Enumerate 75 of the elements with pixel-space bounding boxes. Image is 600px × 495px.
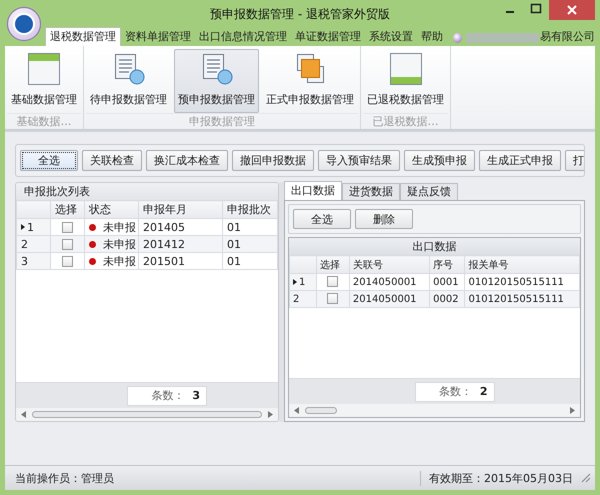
toolbar-button[interactable]: 关联检查 <box>82 150 142 171</box>
table-cell: 01 <box>222 236 278 252</box>
ribbon-button[interactable]: 基础数据管理 <box>7 49 81 113</box>
column-header: 关联号 <box>349 256 430 274</box>
scroll-thumb[interactable] <box>305 407 337 414</box>
count-field: 条数： 2 <box>414 382 494 402</box>
status-text: 未申报 <box>103 236 136 252</box>
tab[interactable]: 进货数据 <box>342 183 400 200</box>
ribbon-group-label: 已退税数据… <box>363 113 448 129</box>
menu-tab[interactable]: 退税数据管理 <box>45 27 121 46</box>
column-header: 序号 <box>430 256 465 274</box>
ribbon-group-label: 申报数据管理 <box>86 113 358 129</box>
ribbon-group-label: 基础数据… <box>7 113 81 129</box>
toolbar-button[interactable]: 生成正式申报 <box>479 150 561 171</box>
status-text: 未申报 <box>103 254 136 268</box>
checkbox[interactable] <box>62 256 73 267</box>
menu-tab[interactable]: 单证数据管理 <box>291 28 365 46</box>
status-text: 未申报 <box>103 220 136 234</box>
scroll-thumb[interactable] <box>32 411 262 418</box>
panel-icon <box>27 52 61 86</box>
toolbar-button[interactable]: 打 <box>565 150 584 171</box>
scroll-left-icon[interactable] <box>21 411 26 418</box>
toolbar-button[interactable]: 换汇成本检查 <box>146 150 228 171</box>
row-header[interactable]: 1 <box>16 218 50 236</box>
scroll-right-icon[interactable] <box>570 407 575 414</box>
count-field: 条数： 3 <box>127 386 207 406</box>
action-button[interactable]: 删除 <box>355 209 413 229</box>
column-header: 申报批次 <box>222 200 278 218</box>
checkbox[interactable] <box>62 238 73 250</box>
menu-tab[interactable]: 帮助 <box>417 28 447 46</box>
checkbox[interactable] <box>327 293 338 304</box>
row-header[interactable]: 2 <box>16 236 50 252</box>
close-icon[interactable] <box>549 0 595 20</box>
splitter-handle[interactable] <box>279 182 284 422</box>
toolbar-button[interactable]: 导入预审结果 <box>318 150 400 171</box>
column-header: 状态 <box>84 200 138 218</box>
app-logo-icon[interactable] <box>7 7 41 41</box>
panel-title: 申报批次列表 <box>16 183 278 200</box>
action-button[interactable]: 全选 <box>293 209 351 229</box>
tab[interactable]: 疑点反馈 <box>400 183 458 200</box>
ribbon-button[interactable]: 预申报数据管理 <box>174 49 259 113</box>
menu-tab[interactable]: 系统设置 <box>365 28 417 46</box>
tab[interactable]: 出口数据 <box>284 181 342 200</box>
operator-text: 当前操作员：管理员 <box>15 470 115 486</box>
user-orb-icon <box>453 33 462 43</box>
ribbon-button[interactable]: 待申报数据管理 <box>86 49 171 113</box>
table-cell: 010120150515111 <box>464 290 580 308</box>
table-cell: 201412 <box>138 236 222 252</box>
ribbon-button[interactable]: 正式申报数据管理 <box>262 49 358 113</box>
ribbon-button[interactable]: 已退税数据管理 <box>363 49 448 113</box>
checkbox[interactable] <box>62 222 73 233</box>
scroll-right-icon[interactable] <box>268 411 273 418</box>
table-cell: 0002 <box>430 290 465 308</box>
column-header: 选择 <box>50 200 84 218</box>
resize-grip-icon[interactable] <box>581 473 591 483</box>
menu-tab[interactable]: 出口信息情况管理 <box>195 28 291 46</box>
window-title: 预申报数据管理 - 退税管家外贸版 <box>210 6 390 22</box>
column-header: 申报年月 <box>138 200 222 218</box>
toolbar-button[interactable]: 撤回申报数据 <box>232 150 314 171</box>
menu-tab[interactable]: 资料单据管理 <box>121 28 195 46</box>
company-name: 易有限公司 <box>540 29 595 45</box>
column-header: 报关单号 <box>464 256 580 274</box>
checkbox[interactable] <box>327 276 338 288</box>
expiry-text: 有效期至：2015年05月03日 <box>420 470 581 486</box>
row-header[interactable]: 2 <box>290 290 316 308</box>
row-header[interactable]: 3 <box>16 252 50 270</box>
toolbar-button[interactable]: 全选 <box>20 150 78 171</box>
toolbar-button[interactable]: 生成预申报 <box>404 150 475 171</box>
table-cell: 2014050001 <box>349 290 430 308</box>
panel-icon <box>388 52 422 86</box>
grid-title: 出口数据 <box>289 238 580 255</box>
column-header: 选择 <box>316 256 350 274</box>
row-header[interactable]: 1 <box>290 274 316 290</box>
scroll-left-icon[interactable] <box>294 407 299 414</box>
horizontal-scrollbar[interactable] <box>16 408 278 421</box>
